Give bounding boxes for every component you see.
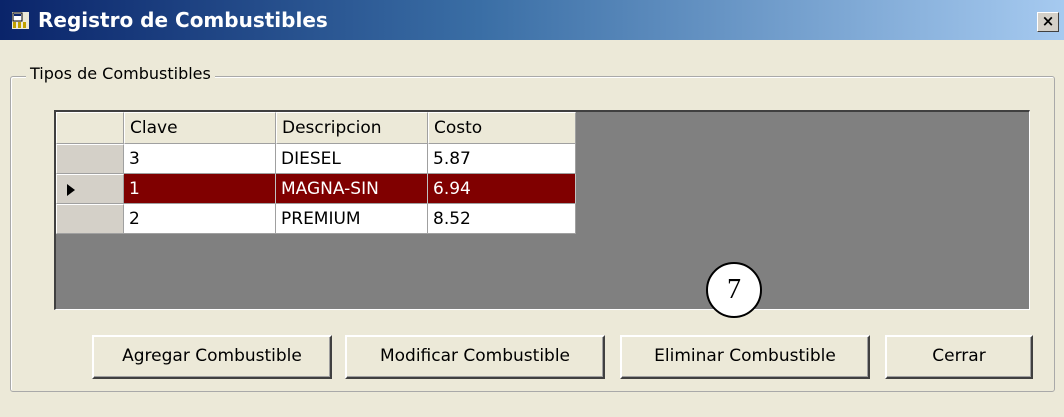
window-title: Registro de Combustibles: [38, 8, 328, 32]
dialog-window: Registro de Combustibles × Tipos de Comb…: [0, 0, 1064, 417]
column-header-descripcion[interactable]: Descripcion: [276, 112, 428, 144]
row-indicator[interactable]: [56, 204, 124, 234]
cell-costo[interactable]: 8.52: [428, 204, 576, 234]
row-indicator[interactable]: [56, 174, 124, 204]
cell-descripcion[interactable]: MAGNA-SIN: [276, 174, 428, 204]
column-header-clave[interactable]: Clave: [124, 112, 276, 144]
row-indicator[interactable]: [56, 144, 124, 174]
annotation-callout: 7: [706, 262, 762, 318]
app-window-icon: [12, 12, 29, 29]
add-fuel-button[interactable]: Agregar Combustible: [92, 335, 332, 379]
cell-clave[interactable]: 3: [124, 144, 276, 174]
grid-header-corner: [56, 112, 124, 144]
fuel-grid[interactable]: Clave Descripcion Costo 3 DIESEL 5.87 1 …: [54, 110, 1030, 310]
delete-fuel-button[interactable]: Eliminar Combustible: [620, 335, 870, 379]
cell-clave[interactable]: 1: [124, 174, 276, 204]
title-bar[interactable]: Registro de Combustibles ×: [0, 0, 1064, 40]
cell-clave[interactable]: 2: [124, 204, 276, 234]
column-header-costo[interactable]: Costo: [428, 112, 576, 144]
current-row-arrow-icon: [67, 184, 75, 196]
cell-descripcion[interactable]: DIESEL: [276, 144, 428, 174]
close-button[interactable]: Cerrar: [885, 335, 1033, 379]
modify-fuel-button[interactable]: Modificar Combustible: [345, 335, 605, 379]
groupbox-label: Tipos de Combustibles: [26, 64, 215, 83]
close-window-button[interactable]: ×: [1037, 12, 1059, 32]
cell-costo[interactable]: 6.94: [428, 174, 576, 204]
cell-descripcion[interactable]: PREMIUM: [276, 204, 428, 234]
cell-costo[interactable]: 5.87: [428, 144, 576, 174]
